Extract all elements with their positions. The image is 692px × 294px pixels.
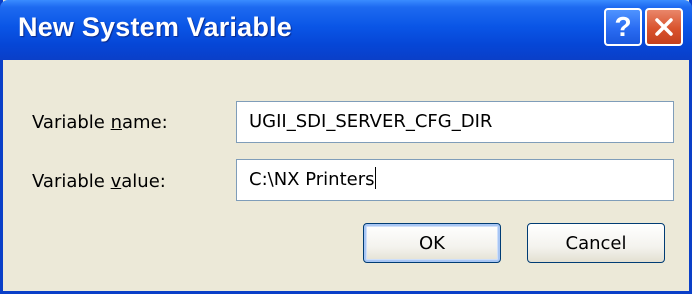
variable-name-input-text: UGII_SDI_SERVER_CFG_DIR [249,111,493,132]
variable-name-input[interactable]: UGII_SDI_SERVER_CFG_DIR [236,101,674,143]
variable-name-label-rest: ame: [122,112,168,133]
help-icon: ? [614,11,632,42]
variable-value-label-rest: alue: [121,171,166,192]
variable-value-label: Variable value: [32,171,166,192]
variable-value-input[interactable]: C:\NX Printers [236,159,674,201]
cancel-button-label: Cancel [565,232,627,254]
close-button[interactable] [645,8,683,46]
dialog-title: New System Variable [18,12,292,42]
variable-name-label: Variable name: [32,112,168,133]
ok-button-label: OK [419,232,445,254]
variable-name-label-text: Variable [32,112,111,133]
help-button[interactable]: ? [604,8,642,46]
title-bar[interactable]: New System Variable ? [0,0,692,60]
variable-name-label-accesskey: n [110,112,123,133]
cancel-button[interactable]: Cancel [527,223,665,263]
variable-value-label-text: Variable [32,171,111,192]
variable-value-input-text: C:\NX Printers [249,169,375,190]
close-x-icon [655,18,673,36]
variable-value-label-accesskey: v [110,171,122,192]
ok-button[interactable]: OK [363,223,501,263]
text-caret [375,167,377,189]
